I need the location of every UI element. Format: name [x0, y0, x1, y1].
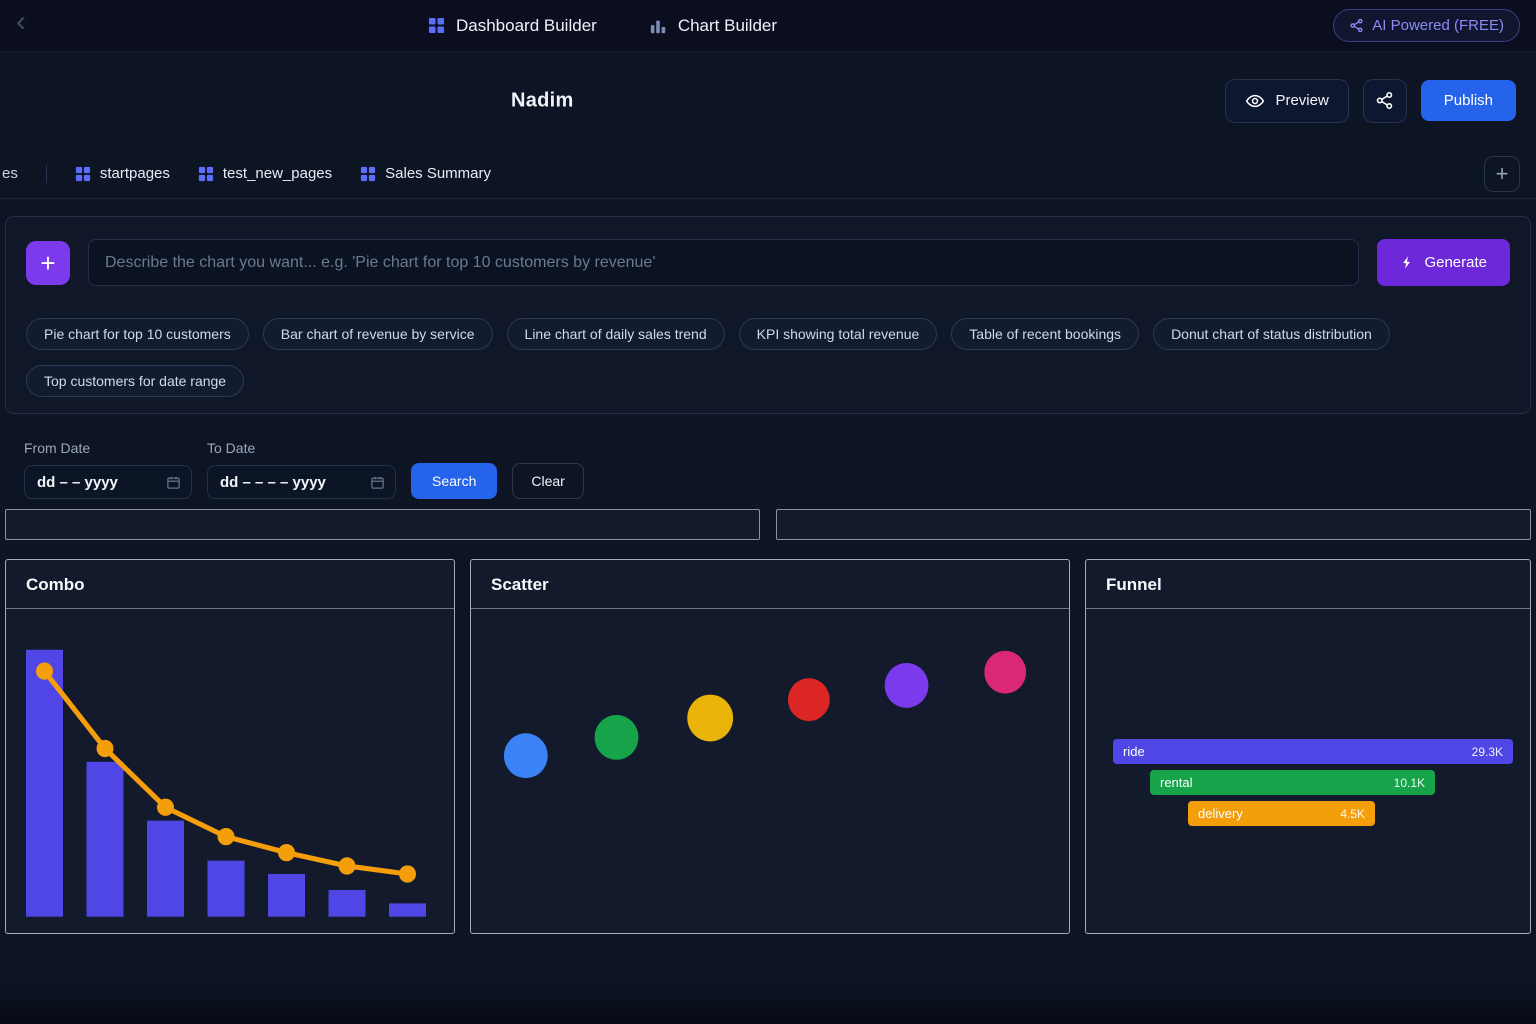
tab-startpages[interactable]: startpages	[75, 165, 170, 182]
tab-dashboard-builder[interactable]: Dashboard Builder	[428, 16, 597, 36]
lightning-icon	[1400, 255, 1415, 270]
topbar-mode-tabs: Dashboard Builder Chart Builder	[428, 0, 777, 51]
funnel-chart-title: Funnel	[1086, 560, 1530, 609]
funnel-bar-rental[interactable]: rental 10.1K	[1150, 770, 1435, 795]
share-icon	[1375, 91, 1394, 110]
generate-label: Generate	[1424, 254, 1487, 271]
from-date-input[interactable]: dd – – yyyy	[24, 465, 192, 499]
scatter-chart-canvas	[471, 609, 1069, 933]
chart-description-input[interactable]	[88, 239, 1359, 286]
date-filter: From Date dd – – yyyy To Date dd – – – –…	[0, 414, 1536, 499]
tab-label: Sales Summary	[385, 165, 491, 182]
scatter-chart-card[interactable]: Scatter	[470, 559, 1070, 934]
funnel-bar-value: 29.3K	[1472, 745, 1503, 759]
funnel-bar-delivery[interactable]: delivery 4.5K	[1188, 801, 1375, 826]
funnel-bar-value: 10.1K	[1394, 776, 1425, 790]
grid-icon	[428, 17, 445, 34]
funnel-chart-body: ride 29.3K rental 10.1K delivery 4.5K	[1086, 609, 1530, 933]
calendar-icon[interactable]	[166, 475, 181, 490]
combo-chart-title: Combo	[6, 560, 454, 609]
add-tab-button[interactable]: +	[1484, 156, 1520, 192]
combo-chart-body	[6, 609, 454, 933]
suggestion-pill[interactable]: Pie chart for top 10 customers	[26, 318, 249, 350]
combo-chart-card[interactable]: Combo	[5, 559, 455, 934]
funnel-bar-label: rental	[1160, 775, 1193, 790]
publish-button[interactable]: Publish	[1421, 80, 1516, 121]
partial-tab-label[interactable]: es	[2, 165, 18, 182]
tab-divider	[46, 165, 47, 183]
header: Nadim Preview Publish	[0, 52, 1536, 149]
preview-button[interactable]: Preview	[1225, 79, 1348, 123]
funnel-bar-ride[interactable]: ride 29.3K	[1113, 739, 1513, 764]
ai-input-row: + Generate	[26, 239, 1510, 286]
grid-icon	[360, 166, 376, 182]
suggestion-pill[interactable]: Top customers for date range	[26, 365, 244, 397]
to-date-label: To Date	[207, 440, 396, 456]
grid-icon	[198, 166, 214, 182]
tab-test-new-pages[interactable]: test_new_pages	[198, 165, 332, 182]
suggestion-pill[interactable]: Line chart of daily sales trend	[507, 318, 725, 350]
bar-chart-icon	[649, 17, 667, 35]
eye-icon	[1245, 91, 1265, 111]
funnel-chart-card[interactable]: Funnel ride 29.3K rental 10.1K delivery …	[1085, 559, 1531, 934]
ai-badge-label: AI Powered (FREE)	[1372, 17, 1504, 34]
search-button[interactable]: Search	[411, 463, 497, 499]
clipped-widget-left[interactable]	[5, 509, 760, 540]
suggestion-pill[interactable]: Table of recent bookings	[951, 318, 1139, 350]
chart-widgets-row: Combo Scatter Funnel ride 29.3K rental 1…	[5, 559, 1531, 934]
tab-label: Chart Builder	[678, 16, 777, 36]
suggestion-pills: Pie chart for top 10 customers Bar chart…	[26, 318, 1510, 397]
add-chart-button[interactable]: +	[26, 241, 70, 285]
scatter-chart-title: Scatter	[471, 560, 1069, 609]
tab-label: Dashboard Builder	[456, 16, 597, 36]
to-date-input[interactable]: dd – – – – yyyy	[207, 465, 396, 499]
suggestion-pill[interactable]: Bar chart of revenue by service	[263, 318, 493, 350]
page-tabbar: es startpages test_new_pages Sales Summa…	[0, 149, 1536, 199]
generate-button[interactable]: Generate	[1377, 239, 1510, 286]
tab-label: test_new_pages	[223, 165, 332, 182]
share-sparkle-icon	[1349, 18, 1364, 33]
funnel-bar-value: 4.5K	[1340, 807, 1365, 821]
ai-chart-builder-card: + Generate Pie chart for top 10 customer…	[5, 216, 1531, 414]
tab-sales-summary[interactable]: Sales Summary	[360, 165, 491, 182]
from-date-value: dd – – yyyy	[37, 474, 118, 491]
clipped-widget-right[interactable]	[776, 509, 1531, 540]
combo-chart-canvas	[6, 609, 454, 933]
from-date-group: From Date dd – – yyyy	[24, 440, 192, 499]
suggestion-pill[interactable]: KPI showing total revenue	[739, 318, 938, 350]
to-date-value: dd – – – – yyyy	[220, 474, 326, 491]
to-date-group: To Date dd – – – – yyyy	[207, 440, 396, 499]
tab-label: startpages	[100, 165, 170, 182]
bottom-bar	[0, 980, 1536, 1024]
calendar-icon[interactable]	[370, 475, 385, 490]
scatter-chart-body	[471, 609, 1069, 933]
funnel-bar-label: ride	[1123, 744, 1145, 759]
funnel-bar-label: delivery	[1198, 806, 1243, 821]
header-actions: Preview Publish	[1225, 79, 1516, 123]
clear-button[interactable]: Clear	[512, 463, 583, 499]
tab-chart-builder[interactable]: Chart Builder	[649, 16, 777, 36]
topbar: ‹ Dashboard Builder Chart Builder AI Pow…	[0, 0, 1536, 52]
page-title: Nadim	[511, 89, 574, 112]
grid-icon	[75, 166, 91, 182]
share-button[interactable]	[1363, 79, 1407, 123]
ai-powered-badge[interactable]: AI Powered (FREE)	[1333, 9, 1520, 42]
preview-label: Preview	[1275, 92, 1328, 109]
suggestion-pill[interactable]: Donut chart of status distribution	[1153, 318, 1390, 350]
from-date-label: From Date	[24, 440, 192, 456]
clipped-widget-row	[5, 509, 1531, 540]
